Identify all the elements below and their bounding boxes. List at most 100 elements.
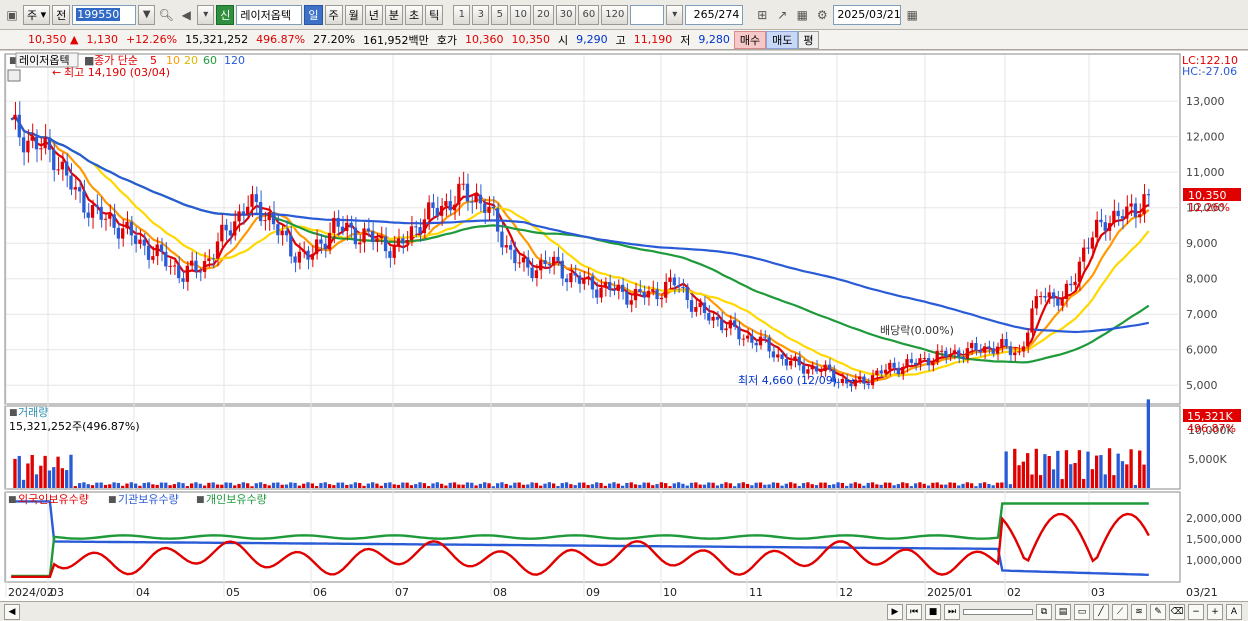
volume-bar (250, 486, 254, 488)
candle-body (353, 227, 358, 245)
last-icon[interactable]: ⏭ (944, 603, 960, 620)
volume-bar (547, 482, 551, 488)
layout-icon[interactable]: ▣ (3, 5, 21, 25)
volume-bar (698, 484, 702, 488)
candle-body (608, 282, 612, 290)
high-note-arrow: ← (52, 66, 61, 79)
first-icon[interactable]: ⏮ (906, 603, 922, 620)
volume-bar (970, 483, 974, 488)
stock-code-input[interactable]: 199550 (72, 4, 137, 25)
candle-body (258, 201, 263, 222)
candle-body (534, 270, 539, 279)
candle-body (26, 140, 30, 153)
candle-body (1146, 194, 1150, 196)
buy-button[interactable]: 매수 (733, 30, 767, 49)
period-tick[interactable]: 틱 (425, 4, 444, 25)
chart-area[interactable]: 13,000 12,000 11,000 10,000 9,000 8,000 7,000 6… (0, 51, 1248, 601)
zoom-slider[interactable] (963, 608, 1033, 615)
interval-10[interactable]: 10 (510, 4, 532, 25)
volume-bar (228, 482, 233, 488)
interval-20[interactable]: 20 (533, 4, 554, 25)
volume-bar (694, 482, 698, 488)
candle-body (1073, 281, 1077, 286)
save-icon[interactable]: ▦ (793, 5, 811, 25)
volume-bar (366, 483, 370, 488)
zoom-in-icon[interactable]: + (1207, 603, 1223, 620)
candle-body (616, 284, 620, 291)
split-icon[interactable]: ▤ (1055, 603, 1071, 620)
candle-body (918, 358, 922, 365)
zoom-out-icon[interactable]: − (1188, 603, 1204, 620)
count-input[interactable]: 265/274 (685, 4, 744, 25)
x-tick-label: 10 (663, 586, 677, 599)
table-icon[interactable] (7, 69, 21, 82)
scroll-left-icon[interactable]: ◀ (4, 603, 20, 620)
stop-icon[interactable]: ■ (925, 603, 941, 620)
candle-body (1069, 283, 1073, 286)
volume-bar (810, 484, 814, 488)
volume-bar (1082, 479, 1086, 488)
candle-body (69, 175, 73, 190)
period-year[interactable]: 년 (364, 4, 383, 25)
sell-button[interactable]: 매도 (766, 30, 799, 49)
x-tick-label: 04 (136, 586, 150, 599)
evaluate-button[interactable]: 평 (798, 30, 819, 49)
volume-bar (577, 482, 582, 488)
volume-bar (112, 482, 116, 488)
volume-bar (534, 482, 539, 488)
volume-bar (939, 484, 944, 488)
market-select[interactable]: 주 ▾ (23, 4, 51, 25)
volume-bar (1116, 453, 1120, 488)
interval-3[interactable]: 3 (472, 4, 490, 25)
candle-body (1043, 296, 1047, 298)
more-dropdown-icon[interactable]: ▾ (197, 4, 215, 25)
window-icon[interactable]: ▭ (1074, 603, 1090, 620)
period-second[interactable]: 초 (405, 4, 424, 25)
candle-body (13, 114, 17, 120)
holdings-y-tick: 1,500,000 (1186, 533, 1242, 546)
period-day[interactable]: 일 (304, 4, 323, 25)
copy-icon[interactable]: ⧉ (1036, 603, 1052, 620)
current-price: 10,350 ▲ (28, 33, 79, 46)
candle-body (418, 227, 422, 234)
stock-name-field[interactable]: 레이저옵텍 (236, 4, 303, 25)
period-month[interactable]: 월 (344, 4, 363, 25)
prev-button[interactable]: 전 (52, 4, 71, 25)
eraser-icon[interactable]: ⌫ (1169, 603, 1185, 620)
candle-body (138, 239, 142, 244)
code-dropdown-icon[interactable]: ▼ (138, 4, 156, 25)
interval-custom-input[interactable] (630, 4, 665, 25)
volume-bar (500, 482, 504, 488)
period-minute[interactable]: 분 (384, 4, 404, 25)
interval-120[interactable]: 120 (601, 4, 629, 25)
interval-1[interactable]: 1 (453, 4, 471, 25)
candle-body (142, 239, 146, 246)
pen-tool-icon[interactable]: ✎ (1150, 603, 1166, 620)
calendar-icon[interactable]: ▦ (903, 5, 921, 25)
period-week[interactable]: 주 (324, 4, 343, 25)
candle-body (202, 260, 207, 272)
text-tool-icon[interactable]: A (1226, 603, 1242, 620)
line-tool-icon[interactable]: ╱ (1093, 603, 1109, 620)
interval-dropdown-icon[interactable]: ▾ (666, 4, 684, 25)
volume-bar (1133, 484, 1138, 488)
draw-icon[interactable]: ↗ (773, 5, 791, 25)
candle-body (237, 211, 241, 222)
date-input[interactable]: 2025/03/21 (833, 4, 902, 25)
fib-tool-icon[interactable]: ≋ (1131, 603, 1147, 620)
volume-bar (1103, 474, 1107, 488)
grid-icon[interactable]: ⊞ (753, 5, 771, 25)
price-y-tick: 12,000 (1186, 131, 1225, 144)
volume-bar (737, 483, 741, 488)
gear-icon[interactable]: ⚙ (813, 5, 831, 25)
search-icon[interactable]: 🔍︎ (157, 5, 175, 25)
scroll-right-icon[interactable]: ▶ (887, 603, 903, 620)
interval-60[interactable]: 60 (578, 4, 600, 25)
speaker-icon[interactable]: ◀ (177, 5, 195, 25)
interval-5[interactable]: 5 (491, 4, 509, 25)
candle-body (284, 230, 289, 236)
volume-bar (409, 485, 414, 488)
candle-body (431, 202, 435, 209)
interval-30[interactable]: 30 (555, 4, 577, 25)
trend-tool-icon[interactable]: ⟋ (1112, 603, 1128, 620)
